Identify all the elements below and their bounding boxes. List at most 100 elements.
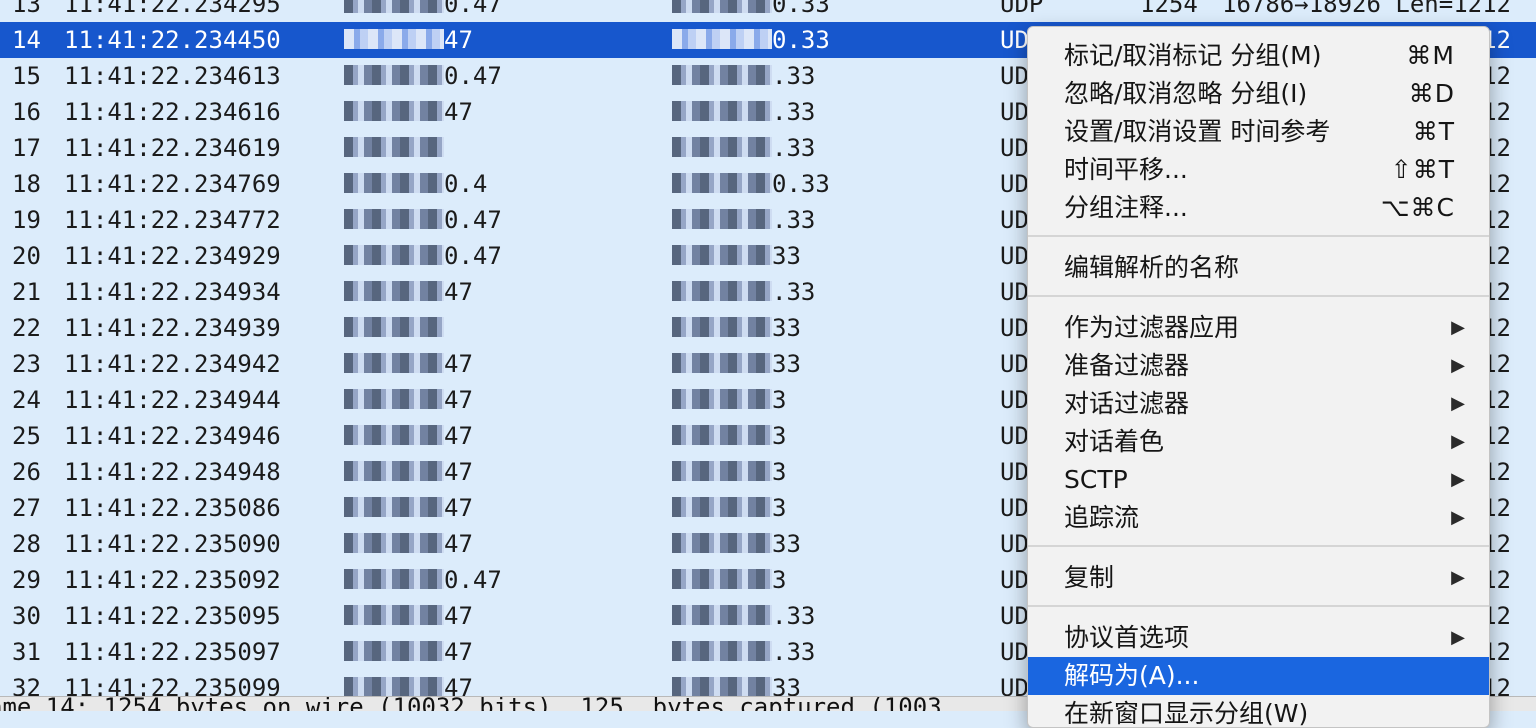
menu-separator <box>1028 545 1489 547</box>
packet-source: 47 <box>344 346 473 382</box>
packet-source: 47 <box>344 382 473 418</box>
redacted-address <box>344 245 444 265</box>
packet-row[interactable]: 13 11:41:22.234295 0.47 0.33 UDP 1254 16786→18… <box>0 0 1536 22</box>
redacted-address <box>672 425 772 445</box>
menu-item-label: 忽略/取消忽略 分组(I) <box>1064 79 1308 108</box>
menu-item-label: 复制 <box>1064 563 1115 592</box>
packet-number: 19 <box>12 206 41 234</box>
packet-source <box>344 310 444 346</box>
redacted-address <box>672 317 772 337</box>
context-menu[interactable]: 标记/取消标记 分组(M) ⌘M 忽略/取消忽略 分组(I) ⌘D 设置/取消设置 时间… <box>1027 26 1490 728</box>
redacted-address <box>344 605 444 625</box>
packet-number: 22 <box>12 314 41 342</box>
redacted-address <box>344 29 444 49</box>
redacted-address <box>344 353 444 373</box>
menu-item-label: SCTP <box>1064 465 1128 494</box>
packet-source: 47 <box>344 274 473 310</box>
packet-number: 28 <box>12 530 41 558</box>
packet-time: 11:41:22.235095 <box>64 602 281 630</box>
menu-item[interactable]: 标记/取消标记 分组(M) ⌘M <box>1028 37 1489 75</box>
redacted-address <box>672 173 772 193</box>
packet-time: 11:41:22.235090 <box>64 530 281 558</box>
packet-time: 11:41:22.234946 <box>64 422 281 450</box>
redacted-address <box>672 569 772 589</box>
status-text: ame 14: 1254 bytes on wire (10032 bits),… <box>0 696 942 711</box>
redacted-address <box>672 605 772 625</box>
menu-item[interactable]: 协议首选项 ▶ <box>1028 619 1489 657</box>
packet-destination: .33 <box>672 634 815 670</box>
redacted-address <box>344 497 444 517</box>
packet-destination: 33 <box>672 346 801 382</box>
menu-item-label: 对话过滤器 <box>1064 389 1190 418</box>
menu-separator <box>1028 235 1489 237</box>
packet-time: 11:41:22.235092 <box>64 566 281 594</box>
menu-item-label: 设置/取消设置 时间参考 <box>1064 117 1331 146</box>
packet-time: 11:41:22.234939 <box>64 314 281 342</box>
packet-number: 26 <box>12 458 41 486</box>
packet-destination: .33 <box>672 598 815 634</box>
menu-item[interactable]: 忽略/取消忽略 分组(I) ⌘D <box>1028 75 1489 113</box>
packet-destination: 3 <box>672 562 786 598</box>
redacted-address <box>672 245 772 265</box>
menu-item-shortcut: ⌘D <box>1408 79 1455 108</box>
packet-number: 17 <box>12 134 41 162</box>
redacted-address <box>672 0 772 13</box>
packet-source: 0.47 <box>344 202 502 238</box>
menu-item[interactable]: 在新窗口显示分组(W) <box>1028 695 1489 727</box>
packet-time: 11:41:22.235099 <box>64 674 281 696</box>
packet-number: 25 <box>12 422 41 450</box>
packet-destination: 33 <box>672 526 801 562</box>
packet-destination: .33 <box>672 130 815 166</box>
redacted-address <box>344 317 444 337</box>
menu-item[interactable]: SCTP ▶ <box>1028 461 1489 499</box>
menu-item-label: 分组注释... <box>1064 193 1188 222</box>
packet-number: 20 <box>12 242 41 270</box>
packet-time: 11:41:22.235097 <box>64 638 281 666</box>
packet-info: 16786→18926 Len=1212 <box>1222 0 1511 18</box>
menu-item[interactable]: 作为过滤器应用 ▶ <box>1028 309 1489 347</box>
packet-destination: .33 <box>672 94 815 130</box>
packet-source: 47 <box>344 490 473 526</box>
menu-separator <box>1028 295 1489 297</box>
packet-destination: 0.33 <box>672 22 830 58</box>
packet-number: 27 <box>12 494 41 522</box>
submenu-arrow-icon: ▶ <box>1451 355 1465 376</box>
menu-item-label: 协议首选项 <box>1064 623 1190 652</box>
menu-item-label: 准备过滤器 <box>1064 351 1190 380</box>
submenu-arrow-icon: ▶ <box>1451 317 1465 338</box>
packet-destination: .33 <box>672 274 815 310</box>
menu-item[interactable]: 复制 ▶ <box>1028 559 1489 597</box>
menu-item[interactable]: 准备过滤器 ▶ <box>1028 347 1489 385</box>
menu-item-shortcut: ⌘T <box>1412 117 1455 146</box>
redacted-address <box>672 101 772 121</box>
menu-item[interactable]: 时间平移... ⇧⌘T <box>1028 151 1489 189</box>
menu-item[interactable]: 对话过滤器 ▶ <box>1028 385 1489 423</box>
packet-time: 11:41:22.234944 <box>64 386 281 414</box>
redacted-address <box>672 389 772 409</box>
packet-number: 23 <box>12 350 41 378</box>
packet-number: 16 <box>12 98 41 126</box>
menu-item[interactable]: 追踪流 ▶ <box>1028 499 1489 537</box>
packet-destination: 33 <box>672 238 801 274</box>
menu-item[interactable]: 分组注释... ⌥⌘C <box>1028 189 1489 227</box>
packet-destination: 3 <box>672 454 786 490</box>
menu-item[interactable]: 设置/取消设置 时间参考 ⌘T <box>1028 113 1489 151</box>
submenu-arrow-icon: ▶ <box>1451 393 1465 414</box>
menu-item[interactable]: 对话着色 ▶ <box>1028 423 1489 461</box>
menu-item[interactable]: 解码为(A)... <box>1028 657 1489 695</box>
packet-time: 11:41:22.234616 <box>64 98 281 126</box>
redacted-address <box>672 533 772 553</box>
redacted-address <box>344 389 444 409</box>
packet-destination: 33 <box>672 670 801 696</box>
redacted-address <box>344 137 444 157</box>
redacted-address <box>672 137 772 157</box>
redacted-address <box>672 281 772 301</box>
packet-number: 31 <box>12 638 41 666</box>
redacted-address <box>672 353 772 373</box>
menu-item[interactable]: 编辑解析的名称 <box>1028 249 1489 287</box>
submenu-arrow-icon: ▶ <box>1451 567 1465 588</box>
packet-number: 30 <box>12 602 41 630</box>
packet-number: 14 <box>12 26 41 54</box>
packet-destination: 33 <box>672 310 801 346</box>
packet-number: 13 <box>12 0 41 18</box>
